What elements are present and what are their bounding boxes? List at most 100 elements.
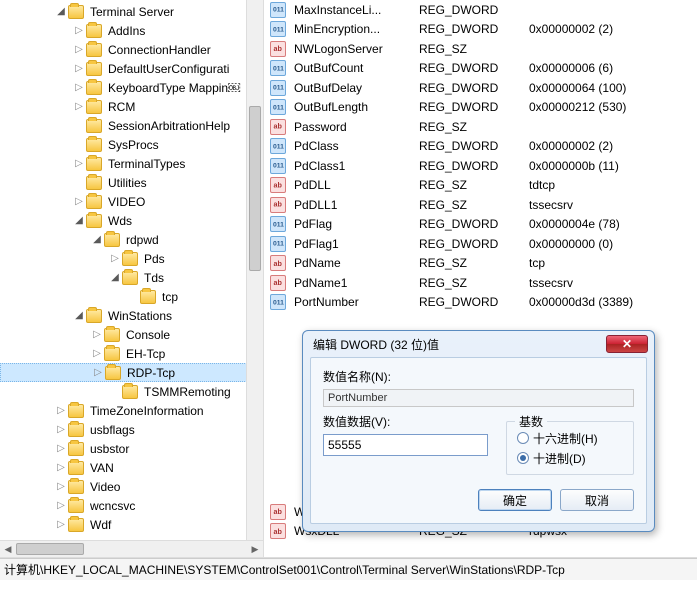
radix-dec-option[interactable]: 十进制(D) bbox=[517, 448, 623, 468]
value-row[interactable]: MaxInstanceLi...REG_DWORD bbox=[264, 0, 697, 20]
tree-node-label: Utilities bbox=[105, 176, 150, 190]
value-row[interactable]: PdClass1REG_DWORD0x0000000b (11) bbox=[264, 156, 697, 176]
registry-tree[interactable]: Terminal Server AddIns ConnectionHandler De… bbox=[0, 0, 263, 536]
tree-node[interactable]: SessionArbitrationHelp bbox=[0, 116, 263, 135]
folder-icon bbox=[68, 480, 84, 494]
tree-node[interactable]: Tds bbox=[0, 268, 263, 287]
expander-closed-icon[interactable] bbox=[108, 254, 122, 264]
tree-hscrollbar[interactable] bbox=[0, 540, 263, 557]
value-row[interactable]: PdClassREG_DWORD0x00000002 (2) bbox=[264, 137, 697, 157]
value-row[interactable]: PdFlagREG_DWORD0x0000004e (78) bbox=[264, 215, 697, 235]
tree-node[interactable]: RCM bbox=[0, 97, 263, 116]
tree-node[interactable]: wcncsvc bbox=[0, 496, 263, 515]
expander-open-icon[interactable] bbox=[90, 235, 104, 245]
value-row[interactable]: OutBufLengthREG_DWORD0x00000212 (530) bbox=[264, 98, 697, 118]
radio-icon bbox=[517, 432, 529, 444]
expander-closed-icon[interactable] bbox=[72, 64, 86, 74]
expander-closed-icon[interactable] bbox=[72, 102, 86, 112]
tree-node[interactable]: usbflags bbox=[0, 420, 263, 439]
string-value-icon bbox=[270, 255, 286, 271]
value-row[interactable]: PdDLL1REG_SZtssecsrv bbox=[264, 195, 697, 215]
folder-icon bbox=[104, 233, 120, 247]
value-row[interactable]: PasswordREG_SZ bbox=[264, 117, 697, 137]
tree-hscroll-thumb[interactable] bbox=[16, 543, 84, 555]
folder-icon bbox=[86, 157, 102, 171]
tree-node[interactable]: Video bbox=[0, 477, 263, 496]
expander-closed-icon[interactable] bbox=[72, 197, 86, 207]
value-type: REG_SZ bbox=[419, 120, 529, 134]
expander-closed-icon[interactable] bbox=[90, 330, 104, 340]
tree-node-label: usbflags bbox=[87, 423, 138, 437]
value-row[interactable]: OutBufCountREG_DWORD0x00000006 (6) bbox=[264, 59, 697, 79]
value-name: OutBufCount bbox=[294, 61, 419, 75]
tree-node[interactable]: EH-Tcp bbox=[0, 344, 263, 363]
expander-open-icon[interactable] bbox=[72, 216, 86, 226]
string-value-icon bbox=[270, 197, 286, 213]
expander-closed-icon[interactable] bbox=[54, 406, 68, 416]
expander-closed-icon[interactable] bbox=[54, 444, 68, 454]
folder-icon bbox=[104, 328, 120, 342]
value-row[interactable]: PdFlag1REG_DWORD0x00000000 (0) bbox=[264, 234, 697, 254]
expander-closed-icon[interactable] bbox=[72, 83, 86, 93]
expander-closed-icon[interactable] bbox=[72, 45, 86, 55]
tree-node[interactable]: DefaultUserConfigurati bbox=[0, 59, 263, 78]
value-row[interactable]: MinEncryption...REG_DWORD0x00000002 (2) bbox=[264, 20, 697, 40]
value-row[interactable]: PortNumberREG_DWORD0x00000d3d (3389) bbox=[264, 293, 697, 313]
tree-node[interactable]: usbstor bbox=[0, 439, 263, 458]
tree-node[interactable]: rdpwd bbox=[0, 230, 263, 249]
value-type: REG_DWORD bbox=[419, 295, 529, 309]
string-value-icon bbox=[270, 41, 286, 57]
tree-node[interactable]: Wds bbox=[0, 211, 263, 230]
expander-closed-icon[interactable] bbox=[54, 482, 68, 492]
radix-hex-option[interactable]: 十六进制(H) bbox=[517, 428, 623, 448]
value-row[interactable]: PdName1REG_SZtssecsrv bbox=[264, 273, 697, 293]
tree-node[interactable]: Wdf bbox=[0, 515, 263, 534]
value-data: 0x00000064 (100) bbox=[529, 81, 697, 95]
hscroll-left-icon[interactable] bbox=[0, 541, 16, 557]
tree-node[interactable]: VAN bbox=[0, 458, 263, 477]
tree-node[interactable]: TerminalTypes bbox=[0, 154, 263, 173]
expander-open-icon[interactable] bbox=[54, 7, 68, 17]
value-row[interactable]: PdNameREG_SZtcp bbox=[264, 254, 697, 274]
ok-button[interactable]: 确定 bbox=[478, 489, 552, 511]
tree-node[interactable]: VIDEO bbox=[0, 192, 263, 211]
value-data-input[interactable] bbox=[323, 434, 488, 456]
expander-closed-icon[interactable] bbox=[90, 349, 104, 359]
expander-closed-icon[interactable] bbox=[72, 26, 86, 36]
expander-closed-icon[interactable] bbox=[54, 425, 68, 435]
tree-node[interactable]: Utilities bbox=[0, 173, 263, 192]
expander-open-icon[interactable] bbox=[108, 273, 122, 283]
tree-node-label: TimeZoneInformation bbox=[87, 404, 207, 418]
tree-node[interactable]: TimeZoneInformation bbox=[0, 401, 263, 420]
value-row[interactable]: PdDLLREG_SZtdtcp bbox=[264, 176, 697, 196]
tree-node[interactable]: WinStations bbox=[0, 306, 263, 325]
tree-node[interactable]: Terminal Server bbox=[0, 2, 263, 21]
tree-vscrollbar[interactable] bbox=[246, 0, 263, 540]
expander-closed-icon[interactable] bbox=[54, 463, 68, 473]
tree-node-label: ConnectionHandler bbox=[105, 43, 214, 57]
expander-closed-icon[interactable] bbox=[54, 501, 68, 511]
tree-node-label: EH-Tcp bbox=[123, 347, 168, 361]
expander-closed-icon[interactable] bbox=[91, 368, 105, 378]
tree-node[interactable]: TSMMRemoting bbox=[0, 382, 263, 401]
tree-vscroll-thumb[interactable] bbox=[249, 106, 261, 271]
tree-node[interactable]: Console bbox=[0, 325, 263, 344]
cancel-button[interactable]: 取消 bbox=[560, 489, 634, 511]
expander-open-icon[interactable] bbox=[72, 311, 86, 321]
expander-closed-icon[interactable] bbox=[72, 159, 86, 169]
tree-node[interactable]: AddIns bbox=[0, 21, 263, 40]
tree-node[interactable]: RDP-Tcp bbox=[0, 363, 263, 382]
value-row[interactable]: NWLogonServerREG_SZ bbox=[264, 39, 697, 59]
hscroll-right-icon[interactable] bbox=[247, 541, 263, 557]
tree-node[interactable]: SysProcs bbox=[0, 135, 263, 154]
tree-node-label: AddIns bbox=[105, 24, 148, 38]
tree-node[interactable]: KeyboardType Mappin￼ bbox=[0, 78, 263, 97]
dword-value-icon bbox=[270, 216, 286, 232]
tree-node[interactable]: tcp bbox=[0, 287, 263, 306]
dialog-close-button[interactable]: ✕ bbox=[606, 335, 648, 353]
tree-node[interactable]: ConnectionHandler bbox=[0, 40, 263, 59]
expander-closed-icon[interactable] bbox=[54, 520, 68, 530]
tree-node-label: Video bbox=[87, 480, 123, 494]
tree-node[interactable]: Pds bbox=[0, 249, 263, 268]
value-row[interactable]: OutBufDelayREG_DWORD0x00000064 (100) bbox=[264, 78, 697, 98]
